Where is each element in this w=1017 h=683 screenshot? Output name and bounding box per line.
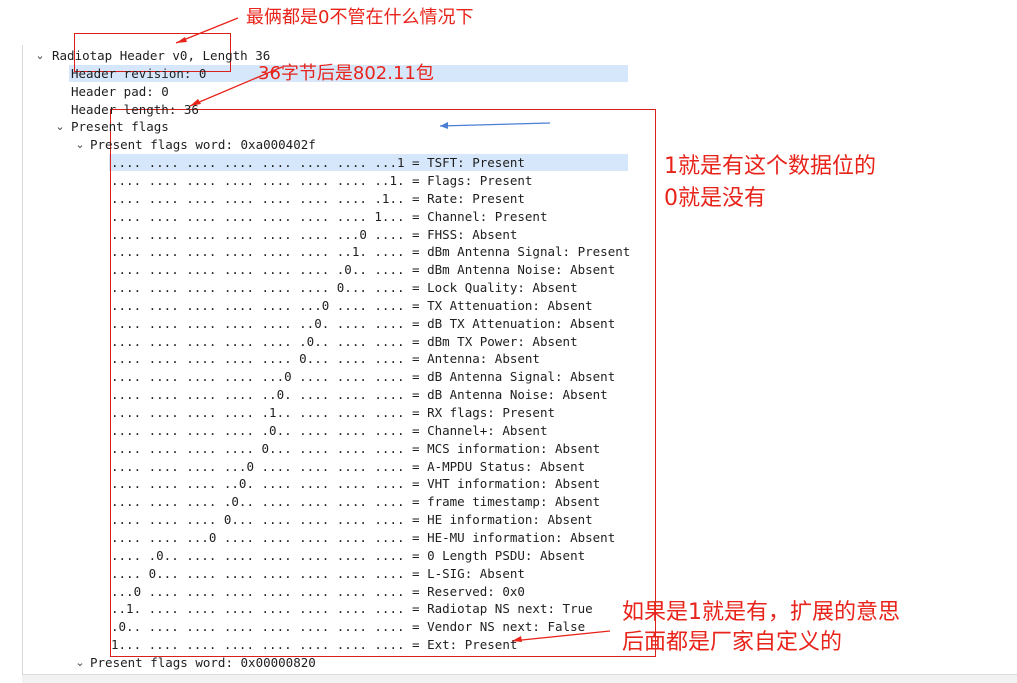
bitfield-row[interactable]: .... .0.. .... .... .... .... .... .... … [0,547,1017,565]
tree-row[interactable]: Header pad: 0 [0,83,1017,101]
bitfield-row[interactable]: .... .... .... .... .... .... 0... .... … [0,279,1017,297]
chevron-down-icon[interactable]: ⌄ [74,136,86,154]
tree-row-text: .... .... .... ...0 .... .... .... .... … [111,458,586,474]
tree-row-text: .... .... .... .... .1.. .... .... .... … [111,405,556,420]
tree-row-text: .... .... .... 0... .... .... .... .... … [111,512,593,528]
top-note: 最俩都是0不管在什么情况下 [246,7,474,28]
bitfield-row[interactable]: .... .... .... ...0 .... .... .... .... … [0,458,1017,476]
tree-row-text: ...0 .... .... .... .... .... .... .... … [111,583,525,599]
tree-row-text: .... .... .... .... .... ..0. .... .... … [111,315,616,331]
tree-row-text: Present flags word: 0x00000820 [90,654,316,670]
bitfield-row[interactable]: .... .... .... .... .... 0... .... .... … [0,350,1017,368]
tree-row-text: .... .... .... .... .... .0.. .... .... … [111,333,578,349]
bits-note-line1: 1就是有这个数据位的 [664,154,876,179]
tree-row-text: Present flags word: 0xa000402f [90,137,316,153]
tree-row-text: .... .... .... .... .... .... .0.. .... … [111,262,616,278]
ext-note-line2: 后面都是厂家自定义的 [622,630,843,655]
tree-row-text: .... .... ...0 .... .... .... .... .... … [111,529,616,545]
tree-row-text: Header pad: 0 [71,83,169,99]
bitfield-row[interactable]: .... .... .... .... .... .... ...0 .... … [0,226,1017,244]
tree-row-text: .... .... .... .... 0... .... .... .... … [111,440,601,456]
ext-note-line1: 如果是1就是有，扩展的意思 [622,600,900,625]
tree-row[interactable]: Header revision: 0 [0,64,1017,83]
chevron-down-icon[interactable]: ⌄ [54,118,66,136]
tree-row-text: .... .0.. .... .... .... .... .... .... … [111,547,586,563]
chevron-down-icon[interactable]: ⌄ [74,654,86,672]
tree-row-text: .... .... .... .... .... .... .... ..1. … [111,172,533,188]
tree-row-text: 1... .... .... .... .... .... .... .... … [111,637,518,653]
bitfield-row[interactable]: .... .... .... .... 0... .... .... .... … [0,440,1017,458]
bitfield-row[interactable]: .... .... .... .... .... .... .... .1.. … [0,190,1017,208]
tree-row-text: .0.. .... .... .... .... .... .... .... … [111,619,586,635]
tree-row-text: .... .... .... .... .0.. .... .... .... … [111,422,548,438]
bitfield-row[interactable]: .... .... .... 0... .... .... .... .... … [0,511,1017,529]
bitfield-row[interactable]: .... 0... .... .... .... .... .... .... … [0,565,1017,583]
tree-row-text: .... .... .... .... ..0. .... .... .... … [111,387,608,403]
tree-row-text: .... .... .... .... .... .... ...0 .... … [111,226,518,242]
tree-row-text: .... .... .... .... .... 0... .... .... … [111,351,540,367]
tree-row-text: .... 0... .... .... .... .... .... .... … [111,565,525,581]
bitfield-row[interactable]: .... .... .... .... .... ..0. .... .... … [0,315,1017,333]
chevron-down-icon[interactable]: ⌄ [34,47,46,65]
pane-bottom-edge [22,674,1017,683]
bitfield-row[interactable]: .... .... .... .... .1.. .... .... .... … [0,404,1017,422]
bitfield-row[interactable]: 1... .... .... .... .... .... .... .... … [0,636,1017,654]
tree-row-text: ..1. .... .... .... .... .... .... .... … [111,601,593,617]
tree-row-text: Present flags [71,119,169,135]
bitfield-row[interactable]: .... .... ...0 .... .... .... .... .... … [0,529,1017,547]
bits-note-line2: 0就是没有 [664,186,766,211]
bitfield-row[interactable]: .... .... .... .... .... .... ..1. .... … [0,243,1017,261]
screenshot-frame: ⌄ Radiotap Header v0, Length 36 Header rev… [0,0,1017,683]
tree-row-text: Radiotap Header v0, Length 36 [52,48,271,63]
tree-row-text: Header length: 36 [71,101,199,117]
tree-row-text: .... .... .... .... .... .... .... 1... … [111,208,548,224]
bitfield-row[interactable]: .... .... .... ..0. .... .... .... .... … [0,475,1017,493]
tree-row-text: .... .... .... .... .... ...0 .... .... … [111,297,593,313]
tree-row-text: .... .... .... .0.. .... .... .... .... … [111,494,601,510]
bitfield-row[interactable]: .... .... .... .... ..0. .... .... .... … [0,386,1017,404]
tree-row-text: .... .... .... ..0. .... .... .... .... … [111,476,601,492]
tree-row-text: .... .... .... .... .... .... .... ...1 … [111,155,525,171]
tree-row[interactable]: ⌄ Radiotap Header v0, Length 36 [0,47,1017,65]
bitfield-row[interactable]: .... .... .... .... .... .0.. .... .... … [0,333,1017,351]
bitfield-row[interactable]: .... .... .... .... .... .... .0.. .... … [0,261,1017,279]
bitfield-row[interactable]: .... .... .... .... .... .... .... 1... … [0,208,1017,226]
bitfield-row[interactable]: .... .... .... .0.. .... .... .... .... … [0,493,1017,511]
length-note: 36字节后是802.11包 [258,63,434,84]
tree-row-text: .... .... .... .... .... .... .... .1.. … [111,190,525,206]
bitfield-row[interactable]: .... .... .... .... ...0 .... .... .... … [0,368,1017,386]
tree-row-text: .... .... .... .... ...0 .... .... .... … [111,369,616,385]
tree-row-text: .... .... .... .... .... .... 0... .... … [111,280,578,296]
tree-row-text: Header revision: 0 [71,65,207,81]
bitfield-row[interactable]: .... .... .... .... .... ...0 .... .... … [0,297,1017,315]
bitfield-row[interactable]: .... .... .... .... .0.. .... .... .... … [0,422,1017,440]
tree-row-text: .... .... .... .... .... .... ..1. .... … [111,244,631,260]
